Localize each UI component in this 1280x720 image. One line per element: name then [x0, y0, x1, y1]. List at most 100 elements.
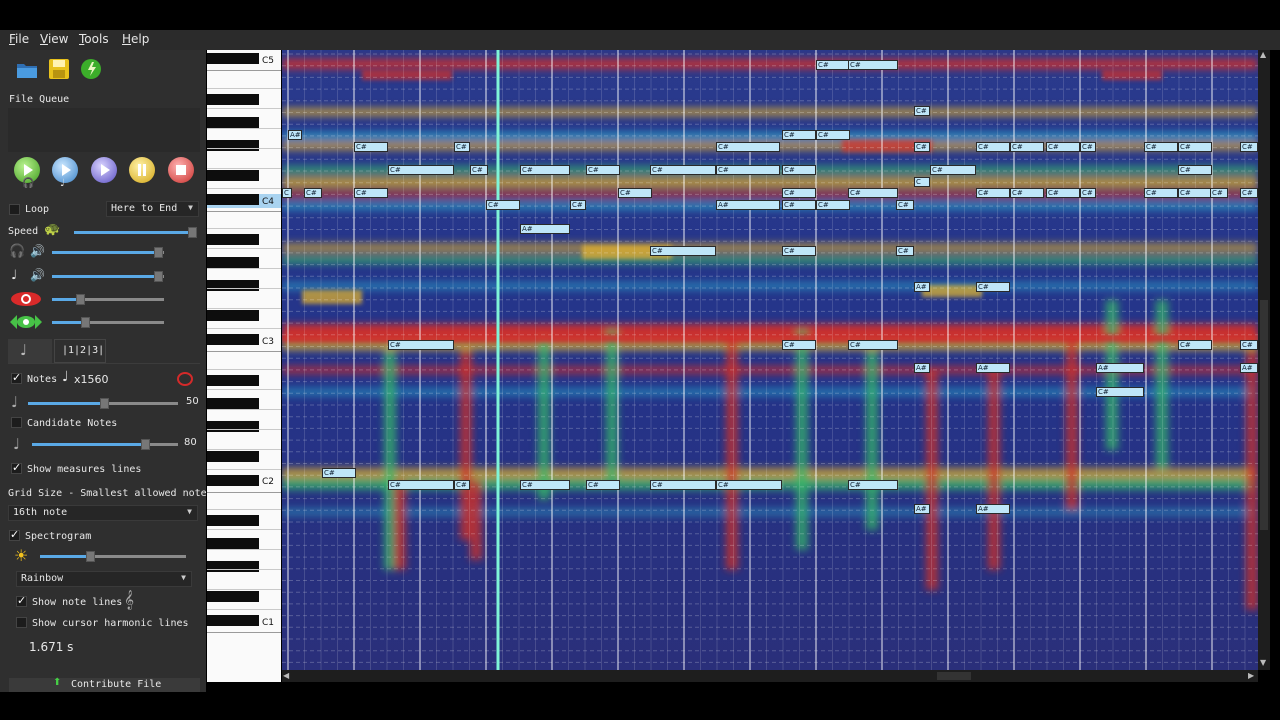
note-box[interactable]: C#: [1240, 188, 1258, 198]
note-box[interactable]: A#: [976, 504, 1010, 514]
note-box[interactable]: C#: [1178, 165, 1212, 175]
clear-notes-icon[interactable]: [175, 371, 195, 387]
horizontal-scrollbar[interactable]: ◀ ▶: [282, 670, 1258, 682]
black-key[interactable]: [207, 193, 259, 205]
note-box[interactable]: C#: [1010, 142, 1044, 152]
note-box[interactable]: C#: [782, 246, 816, 256]
note-box[interactable]: A#: [716, 200, 780, 210]
note-box[interactable]: C#: [716, 480, 782, 490]
floppy-save-icon[interactable]: [48, 58, 70, 80]
black-key[interactable]: [207, 397, 259, 409]
black-key[interactable]: [207, 257, 259, 268]
note-box[interactable]: C#: [1080, 188, 1096, 198]
note-box[interactable]: C#: [454, 480, 470, 490]
note-box[interactable]: C#: [1080, 142, 1096, 152]
vertical-zoom-thumb[interactable]: [76, 294, 85, 305]
black-key[interactable]: [207, 280, 259, 291]
tab-notes[interactable]: ♩: [8, 339, 52, 363]
note-box[interactable]: C#: [782, 200, 816, 210]
spectrogram-checkbox[interactable]: [9, 528, 20, 541]
note-box[interactable]: A#: [976, 363, 1010, 373]
note-box[interactable]: C#: [816, 60, 850, 70]
notes-volume-thumb[interactable]: [154, 271, 163, 282]
measures-lines-checkbox[interactable]: [11, 461, 22, 474]
note-box[interactable]: A#: [914, 504, 930, 514]
note-box[interactable]: A#: [914, 363, 930, 373]
menu-view[interactable]: View: [40, 32, 68, 46]
note-box[interactable]: C#: [322, 468, 356, 478]
stop-button[interactable]: [168, 157, 194, 183]
note-box[interactable]: C: [914, 177, 930, 187]
black-key[interactable]: [207, 591, 259, 602]
harmonic-lines-checkbox[interactable]: [16, 617, 27, 628]
note-box[interactable]: C#: [520, 480, 570, 490]
pause-button[interactable]: [129, 157, 155, 183]
play-both-button[interactable]: [91, 157, 117, 183]
black-key[interactable]: [207, 310, 259, 321]
note-box[interactable]: A#: [914, 282, 930, 292]
note-box[interactable]: C#: [470, 165, 488, 175]
note-box[interactable]: C#: [848, 340, 898, 350]
note-box[interactable]: C#: [1240, 340, 1258, 350]
note-box[interactable]: C#: [388, 165, 454, 175]
note-box[interactable]: C#: [816, 130, 850, 140]
note-box[interactable]: C#: [618, 188, 652, 198]
note-box[interactable]: C#: [848, 480, 898, 490]
note-box[interactable]: C#: [976, 142, 1010, 152]
black-key[interactable]: [207, 538, 259, 549]
menu-help[interactable]: Help: [122, 32, 149, 46]
note-box[interactable]: C#: [848, 188, 898, 198]
black-key[interactable]: [207, 420, 259, 432]
candidate-notes-checkbox[interactable]: [11, 417, 22, 428]
note-box[interactable]: A#: [520, 224, 570, 234]
spectrogram-view[interactable]: C# C# C# A# C# C# C# C# C# C# C# C# C# C# C# C# C# C# C# C#…: [282, 50, 1258, 670]
colormap-select[interactable]: Rainbow ▼: [16, 571, 192, 587]
note-box[interactable]: C#: [1178, 188, 1212, 198]
note-box[interactable]: C#: [520, 165, 570, 175]
note-box[interactable]: A#: [288, 130, 302, 140]
green-refresh-icon[interactable]: [80, 58, 102, 80]
note-box[interactable]: C#: [354, 142, 388, 152]
note-box[interactable]: C#: [1144, 142, 1178, 152]
horizontal-zoom-thumb[interactable]: [81, 317, 90, 328]
vertical-scroll-thumb[interactable]: [1260, 300, 1268, 530]
menu-tools[interactable]: Tools: [79, 32, 109, 46]
note-lines-checkbox[interactable]: [16, 594, 27, 607]
playback-range-select[interactable]: Here to End ▼: [106, 201, 199, 217]
note-box[interactable]: C#: [354, 188, 388, 198]
black-key[interactable]: [207, 93, 259, 105]
black-key[interactable]: [207, 53, 259, 64]
note-box[interactable]: C#: [914, 106, 930, 116]
note-box[interactable]: C#: [782, 165, 816, 175]
note-box[interactable]: C#: [388, 480, 454, 490]
note-box[interactable]: C#: [782, 340, 816, 350]
note-box[interactable]: C#: [1096, 387, 1144, 397]
note-box[interactable]: C#: [1178, 142, 1212, 152]
audio-volume-thumb[interactable]: [154, 247, 163, 258]
brightness-thumb[interactable]: [86, 551, 95, 562]
scroll-up-icon[interactable]: ▲: [1260, 50, 1266, 59]
black-key[interactable]: [207, 334, 259, 345]
note-box[interactable]: C#: [976, 188, 1010, 198]
black-key[interactable]: [207, 374, 259, 386]
tab-measures[interactable]: |1|2|3|: [54, 339, 106, 363]
black-key[interactable]: [207, 515, 259, 526]
note-box[interactable]: C#: [782, 188, 816, 198]
note-box[interactable]: C#: [782, 130, 816, 140]
note-box[interactable]: A#: [1096, 363, 1144, 373]
notes-checkbox[interactable]: [11, 371, 22, 384]
note-box[interactable]: C#: [848, 60, 898, 70]
black-key[interactable]: [207, 234, 259, 245]
note-box[interactable]: C#: [1010, 188, 1044, 198]
black-key[interactable]: [207, 450, 259, 462]
note-box[interactable]: C#: [388, 340, 454, 350]
horizontal-scroll-thumb[interactable]: [937, 672, 971, 680]
scroll-right-icon[interactable]: ▶: [1248, 671, 1254, 680]
note-box[interactable]: C#: [1210, 188, 1228, 198]
black-key[interactable]: [207, 615, 259, 626]
note-box[interactable]: C#: [1144, 188, 1178, 198]
scroll-down-icon[interactable]: ▼: [1260, 658, 1266, 667]
note-box[interactable]: C#: [1046, 188, 1080, 198]
black-key[interactable]: [207, 116, 259, 128]
menu-file[interactable]: File: [9, 32, 29, 46]
